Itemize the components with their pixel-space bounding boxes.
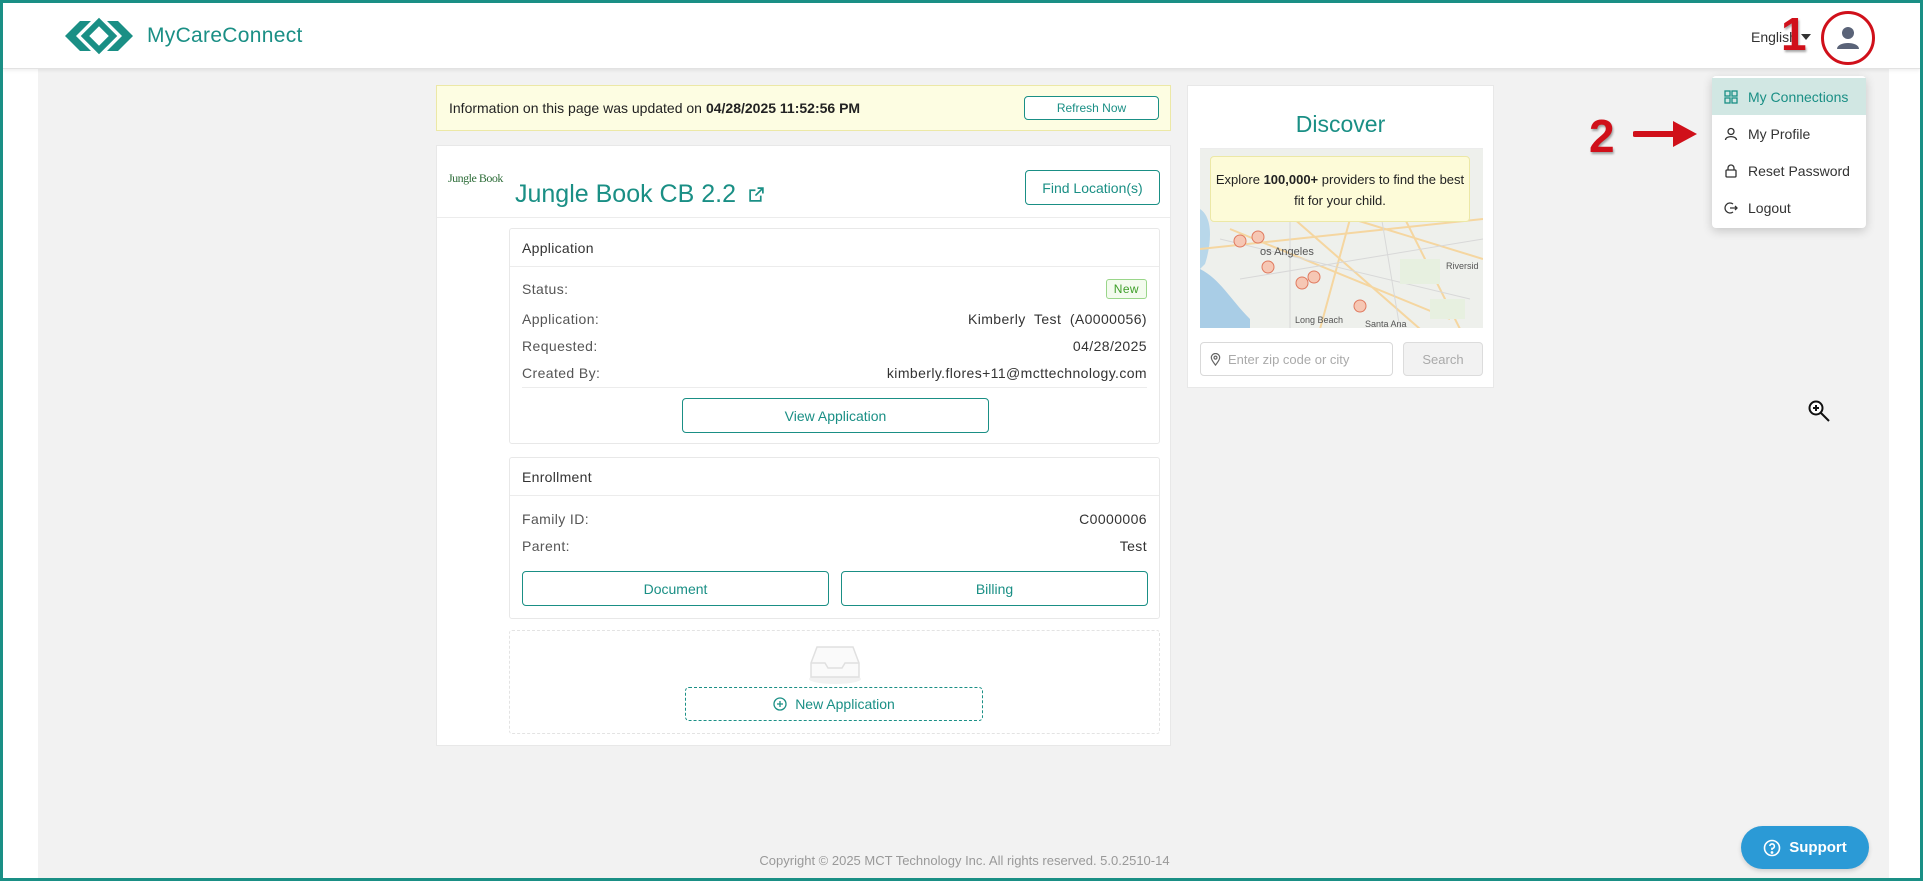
family-id-value: C0000006: [1079, 511, 1147, 527]
menu-item-label: My Connections: [1748, 88, 1849, 105]
external-link-icon: [749, 187, 764, 202]
requested-label: Requested:: [522, 338, 598, 354]
new-application-area: New Application: [509, 630, 1160, 734]
family-id-label: Family ID:: [522, 511, 589, 527]
top-header: MyCareConnect English: [3, 3, 1920, 69]
application-row: Application: Kimberly Test (A0000056): [522, 311, 1147, 327]
tip-prefix: Explore: [1215, 172, 1260, 187]
search-button[interactable]: Search: [1403, 342, 1483, 376]
user-avatar-icon: [1837, 27, 1859, 49]
document-button[interactable]: Document: [522, 571, 829, 606]
menu-item-reset-password[interactable]: Reset Password: [1712, 152, 1866, 189]
created-by-row: Created By: kimberly.flores+11@mcttechno…: [522, 365, 1147, 381]
created-by-value: kimberly.flores+11@mcttechnology.com: [886, 365, 1147, 381]
app-logo[interactable]: MyCareConnect: [61, 17, 303, 55]
created-by-label: Created By:: [522, 365, 601, 381]
parent-label: Parent:: [522, 538, 570, 554]
banner-text: Information on this page was updated on: [449, 100, 702, 116]
billing-button[interactable]: Billing: [841, 571, 1148, 606]
provider-title-link[interactable]: Jungle Book CB 2.2: [515, 180, 765, 209]
application-label: Application:: [522, 311, 600, 327]
footer-copyright: Copyright © 2025 MCT Technology Inc. All…: [759, 853, 1170, 868]
application-value: Kimberly Test (A0000056): [967, 311, 1147, 327]
family-id-row: Family ID: C0000006: [522, 511, 1147, 527]
provider-name: Jungle Book CB 2.2: [515, 180, 736, 208]
map-tooltip: Explore 100,000+ providers to find the b…: [1210, 156, 1470, 222]
status-badge: New: [1105, 279, 1147, 299]
annotation-step-2: 2: [1589, 110, 1615, 162]
zoom-in-cursor-icon: [1808, 400, 1830, 422]
provider-card-header: Jungle Book Jungle Book CB 2.2 Find Loca…: [437, 146, 1170, 218]
map-label-los-angeles: os Angeles: [1260, 246, 1314, 258]
view-application-button[interactable]: View Application: [682, 398, 989, 433]
plus-circle-icon: [773, 697, 787, 711]
tip-count: 100,000+: [1263, 172, 1319, 187]
update-banner: Information on this page was updated on …: [436, 85, 1171, 131]
find-locations-button[interactable]: Find Location(s): [1025, 170, 1160, 205]
user-icon: [1724, 127, 1738, 140]
logout-icon: [1724, 201, 1738, 214]
annotation-step-1: 1: [1781, 8, 1807, 60]
zip-search-field[interactable]: [1200, 342, 1393, 376]
discover-title: Discover: [1295, 111, 1386, 137]
support-button[interactable]: Support: [1741, 826, 1869, 869]
empty-inbox-icon: [809, 646, 861, 684]
grid-icon: [1724, 89, 1738, 104]
new-application-button[interactable]: New Application: [685, 687, 983, 721]
map-label-long-beach: Long Beach: [1295, 315, 1343, 325]
provider-card: Jungle Book Jungle Book CB 2.2 Find Loca…: [436, 145, 1171, 746]
tip-suffix: providers to find the best fit for your …: [1294, 172, 1465, 208]
menu-item-my-profile[interactable]: My Profile: [1712, 115, 1866, 152]
map-label-riverside: Riversid: [1446, 261, 1479, 271]
user-dropdown-menu: My Connections My Profile Reset Password…: [1712, 76, 1866, 228]
left-gutter: [3, 69, 38, 878]
status-row: Status: New: [522, 279, 1147, 299]
support-label: Support: [1789, 839, 1847, 856]
menu-item-label: Logout: [1748, 199, 1791, 216]
application-section: Application Status: New Application: Kim…: [509, 228, 1160, 444]
menu-item-logout[interactable]: Logout: [1712, 189, 1866, 226]
right-gutter: [1889, 69, 1920, 878]
discover-card: Discover os Angeles Long Beach Santa Ana…: [1187, 85, 1494, 388]
new-application-label: New Application: [795, 696, 895, 712]
section-divider: [522, 387, 1147, 388]
app-window: MyCareConnect English 1 My Connections M…: [0, 0, 1923, 881]
help-circle-icon: [1763, 839, 1781, 856]
map-label-santa-ana: Santa Ana: [1365, 319, 1407, 328]
menu-item-label: Reset Password: [1748, 162, 1850, 179]
user-avatar-button[interactable]: [1821, 11, 1875, 65]
lock-icon: [1725, 163, 1737, 178]
status-label: Status:: [522, 281, 569, 297]
annotation-arrow-icon: [1633, 121, 1697, 147]
refresh-now-button[interactable]: Refresh Now: [1024, 96, 1159, 120]
banner-timestamp: 04/28/2025 11:52:56 PM: [705, 100, 861, 116]
enrollment-section-title: Enrollment: [510, 458, 1159, 496]
parent-row: Parent: Test: [522, 538, 1147, 554]
requested-value: 04/28/2025: [1072, 338, 1147, 354]
menu-item-label: My Profile: [1748, 125, 1811, 142]
zip-input[interactable]: [1228, 351, 1388, 367]
parent-value: Test: [1119, 538, 1147, 554]
provider-logo: Jungle Book: [448, 171, 503, 185]
requested-row: Requested: 04/28/2025: [522, 338, 1147, 354]
location-pin-icon: [1210, 352, 1221, 366]
enrollment-section: Enrollment Family ID: C0000006 Parent: T…: [509, 457, 1160, 619]
application-section-title: Application: [510, 229, 1159, 267]
app-name: MyCareConnect: [147, 24, 303, 47]
logo-mark-icon: [65, 17, 133, 55]
menu-item-my-connections[interactable]: My Connections: [1712, 78, 1866, 115]
